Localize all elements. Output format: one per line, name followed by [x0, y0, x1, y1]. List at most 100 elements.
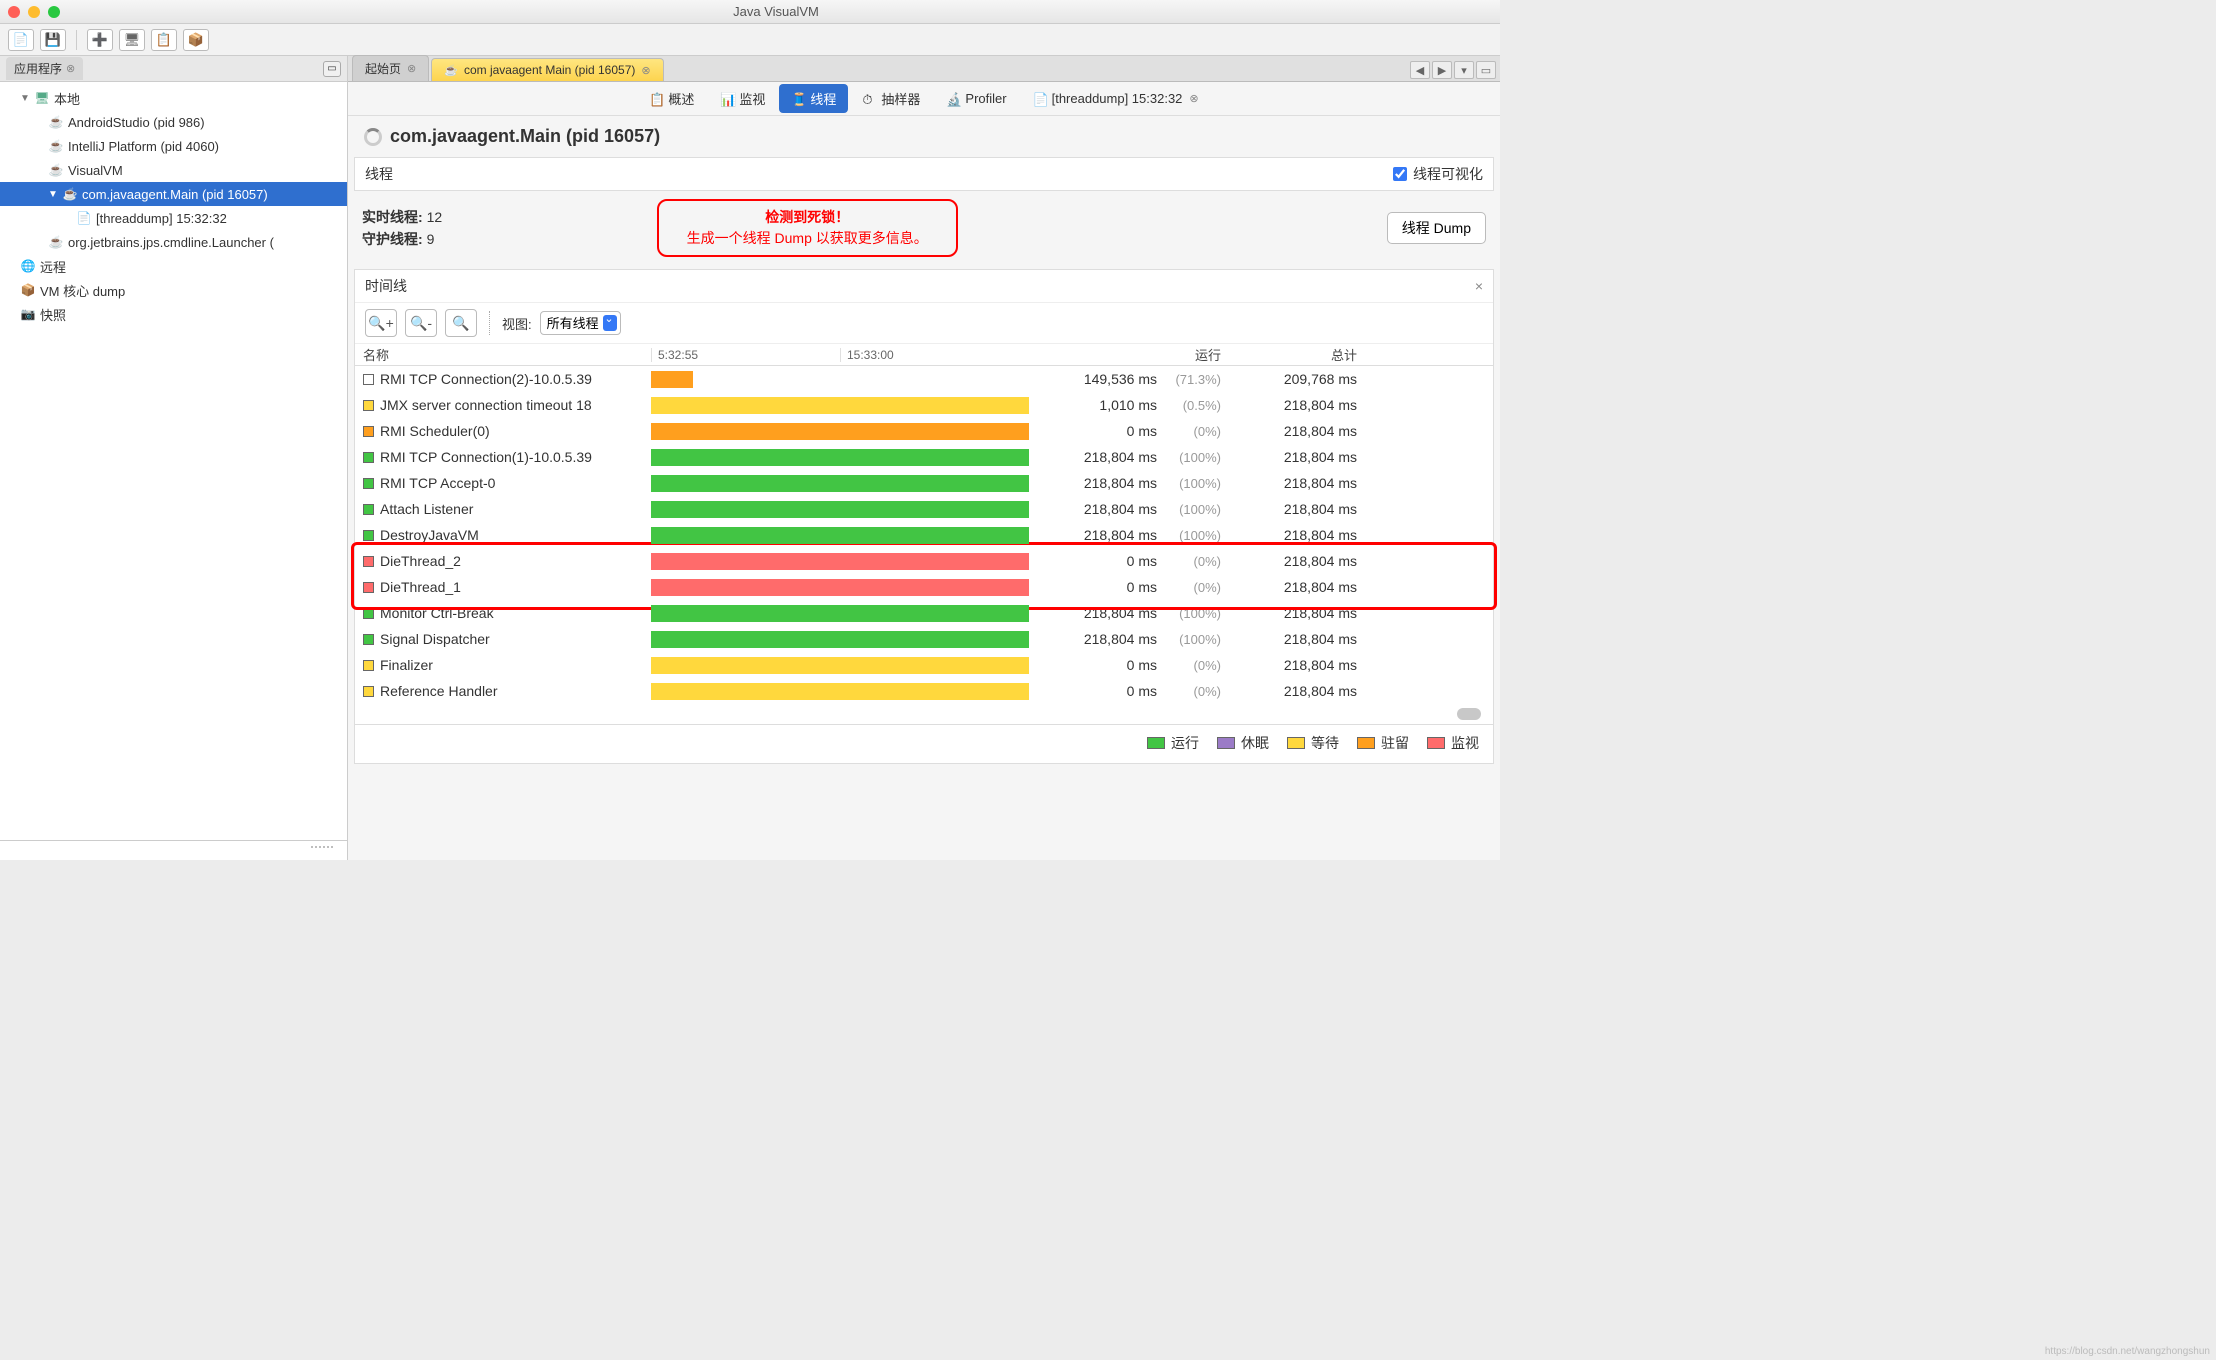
scroll-thumb[interactable]	[1457, 708, 1481, 720]
add-host-button[interactable]: 🖥	[119, 29, 145, 51]
thread-name: Monitor Ctrl-Break	[380, 605, 494, 621]
view-select[interactable]: 所有线程	[540, 311, 621, 335]
col-run-header[interactable]: 运行	[1029, 345, 1229, 364]
thread-name: Reference Handler	[380, 683, 498, 699]
main-toolbar: 📄 💾 ➕ 🖥 📋 📦	[0, 24, 1500, 56]
timeline-bar	[651, 501, 1029, 518]
tree-node-snapshot[interactable]: 📷快照	[0, 302, 347, 326]
thread-row[interactable]: RMI TCP Connection(2)-10.0.5.39149,536 m…	[355, 366, 1493, 392]
zoom-fit-button[interactable]: 🔍	[445, 309, 477, 337]
run-pct: (0%)	[1165, 658, 1221, 673]
thread-name: DieThread_1	[380, 579, 461, 595]
run-time: 149,536 ms	[1084, 371, 1157, 387]
close-icon[interactable]: ⊗	[407, 62, 416, 75]
maximize-icon[interactable]	[48, 6, 60, 18]
open-file-button[interactable]: 📄	[8, 29, 34, 51]
minimize-icon[interactable]	[28, 6, 40, 18]
thread-name: RMI TCP Accept-0	[380, 475, 495, 491]
subtab-overview[interactable]: 📋概述	[637, 84, 706, 113]
threaddump-icon: 📄	[1033, 92, 1047, 106]
application-tree[interactable]: ▼🖥本地 ☕AndroidStudio (pid 986) ☕IntelliJ …	[0, 82, 347, 840]
java-icon: ☕	[48, 138, 64, 154]
subtab-monitor[interactable]: 📊监视	[708, 84, 777, 113]
tree-node-remote[interactable]: 🌐远程	[0, 254, 347, 278]
run-time: 218,804 ms	[1084, 449, 1157, 465]
total-time: 218,804 ms	[1229, 631, 1369, 647]
subtab-threaddump[interactable]: 📄[threaddump] 15:32:32⊗	[1021, 86, 1211, 111]
run-time: 218,804 ms	[1084, 475, 1157, 491]
close-icon[interactable]	[8, 6, 20, 18]
thread-row[interactable]: DieThread_20 ms(0%)218,804 ms	[355, 548, 1493, 574]
zoom-in-button[interactable]: 🔍+	[365, 309, 397, 337]
sidebar-resize-handle[interactable]	[0, 840, 347, 860]
tab-start[interactable]: 起始页⊗	[352, 55, 429, 81]
save-button[interactable]: 💾	[40, 29, 66, 51]
total-time: 218,804 ms	[1229, 501, 1369, 517]
close-icon[interactable]: ⊗	[641, 64, 650, 77]
run-pct: (0%)	[1165, 554, 1221, 569]
thread-row[interactable]: DieThread_10 ms(0%)218,804 ms	[355, 574, 1493, 600]
thread-dump-button[interactable]: 线程 Dump	[1387, 212, 1486, 244]
thread-name: RMI TCP Connection(1)-10.0.5.39	[380, 449, 592, 465]
remote-icon: 🌐	[20, 258, 36, 274]
state-icon	[363, 556, 374, 567]
tree-node-threaddump[interactable]: 📄[threaddump] 15:32:32	[0, 206, 347, 230]
sidebar-minimize-button[interactable]: ▭	[323, 61, 341, 77]
tree-node-local[interactable]: ▼🖥本地	[0, 86, 347, 110]
zoom-out-button[interactable]: 🔍-	[405, 309, 437, 337]
thread-row[interactable]: Signal Dispatcher218,804 ms(100%)218,804…	[355, 626, 1493, 652]
timeline-bar	[651, 579, 1029, 596]
thread-row[interactable]: Attach Listener218,804 ms(100%)218,804 m…	[355, 496, 1493, 522]
col-timeline-header: 5:32:55 15:33:00	[651, 348, 1029, 362]
window-controls[interactable]	[8, 6, 60, 18]
col-total-header[interactable]: 总计	[1229, 345, 1369, 364]
timeline-bar	[651, 527, 1029, 544]
timeline-close-button[interactable]: ×	[1475, 278, 1483, 294]
tab-list-button[interactable]: ▾	[1454, 61, 1474, 79]
run-time: 218,804 ms	[1084, 527, 1157, 543]
thread-row[interactable]: Finalizer0 ms(0%)218,804 ms	[355, 652, 1493, 678]
thread-row[interactable]: JMX server connection timeout 181,010 ms…	[355, 392, 1493, 418]
thread-row[interactable]: RMI Scheduler(0)0 ms(0%)218,804 ms	[355, 418, 1493, 444]
tree-node-launcher[interactable]: ☕org.jetbrains.jps.cmdline.Launcher (	[0, 230, 347, 254]
tab-max-button[interactable]: ▭	[1476, 61, 1496, 79]
content-tabs: 起始页⊗ ☕com javaagent Main (pid 16057)⊗ ◀ …	[348, 56, 1500, 82]
horizontal-scrollbar[interactable]	[355, 706, 1493, 722]
thread-row[interactable]: Monitor Ctrl-Break218,804 ms(100%)218,80…	[355, 600, 1493, 626]
timeline-bar	[651, 475, 1029, 492]
tab-prev-button[interactable]: ◀	[1410, 61, 1430, 79]
tree-node-main[interactable]: ▼☕com.javaagent.Main (pid 16057)	[0, 182, 347, 206]
visualize-checkbox[interactable]	[1393, 167, 1407, 181]
sidebar-tab-applications[interactable]: 应用程序 ⊗	[6, 57, 83, 80]
thread-row[interactable]: RMI TCP Accept-0218,804 ms(100%)218,804 …	[355, 470, 1493, 496]
total-time: 218,804 ms	[1229, 579, 1369, 595]
thread-row[interactable]: DestroyJavaVM218,804 ms(100%)218,804 ms	[355, 522, 1493, 548]
subtab-threads[interactable]: 🧵线程	[779, 84, 848, 113]
subtab-sampler[interactable]: ⏱抽样器	[850, 84, 932, 113]
tree-node-visualvm[interactable]: ☕VisualVM	[0, 158, 347, 182]
tree-node-androidstudio[interactable]: ☕AndroidStudio (pid 986)	[0, 110, 347, 134]
coredump-icon: 📦	[20, 282, 36, 298]
timeline-bar	[651, 683, 1029, 700]
thread-name: Finalizer	[380, 657, 433, 673]
tab-main-process[interactable]: ☕com javaagent Main (pid 16057)⊗	[431, 58, 663, 81]
subtab-profiler[interactable]: 🔬Profiler	[934, 86, 1018, 111]
thread-name: RMI Scheduler(0)	[380, 423, 490, 439]
tree-node-intellij[interactable]: ☕IntelliJ Platform (pid 4060)	[0, 134, 347, 158]
close-icon[interactable]: ⊗	[1189, 92, 1198, 105]
tree-node-coredump[interactable]: 📦VM 核心 dump	[0, 278, 347, 302]
timeline-toolbar: 🔍+ 🔍- 🔍 视图: 所有线程	[355, 303, 1493, 344]
col-name-header[interactable]: 名称	[355, 345, 651, 364]
thread-row[interactable]: Reference Handler0 ms(0%)218,804 ms	[355, 678, 1493, 704]
thread-row[interactable]: RMI TCP Connection(1)-10.0.5.39 218,804 m…	[355, 444, 1493, 470]
thread-table-body: RMI TCP Connection(2)-10.0.5.39149,536 m…	[355, 366, 1493, 704]
tab-next-button[interactable]: ▶	[1432, 61, 1452, 79]
profiler-icon: 🔬	[946, 92, 960, 106]
add-snapshot-button[interactable]: 📋	[151, 29, 177, 51]
close-icon[interactable]: ⊗	[66, 62, 75, 75]
java-icon: ☕	[48, 114, 64, 130]
add-core-button[interactable]: 📦	[183, 29, 209, 51]
thread-table-header: 名称 5:32:55 15:33:00 运行 总计	[355, 344, 1493, 366]
state-icon	[363, 504, 374, 515]
add-jmx-button[interactable]: ➕	[87, 29, 113, 51]
